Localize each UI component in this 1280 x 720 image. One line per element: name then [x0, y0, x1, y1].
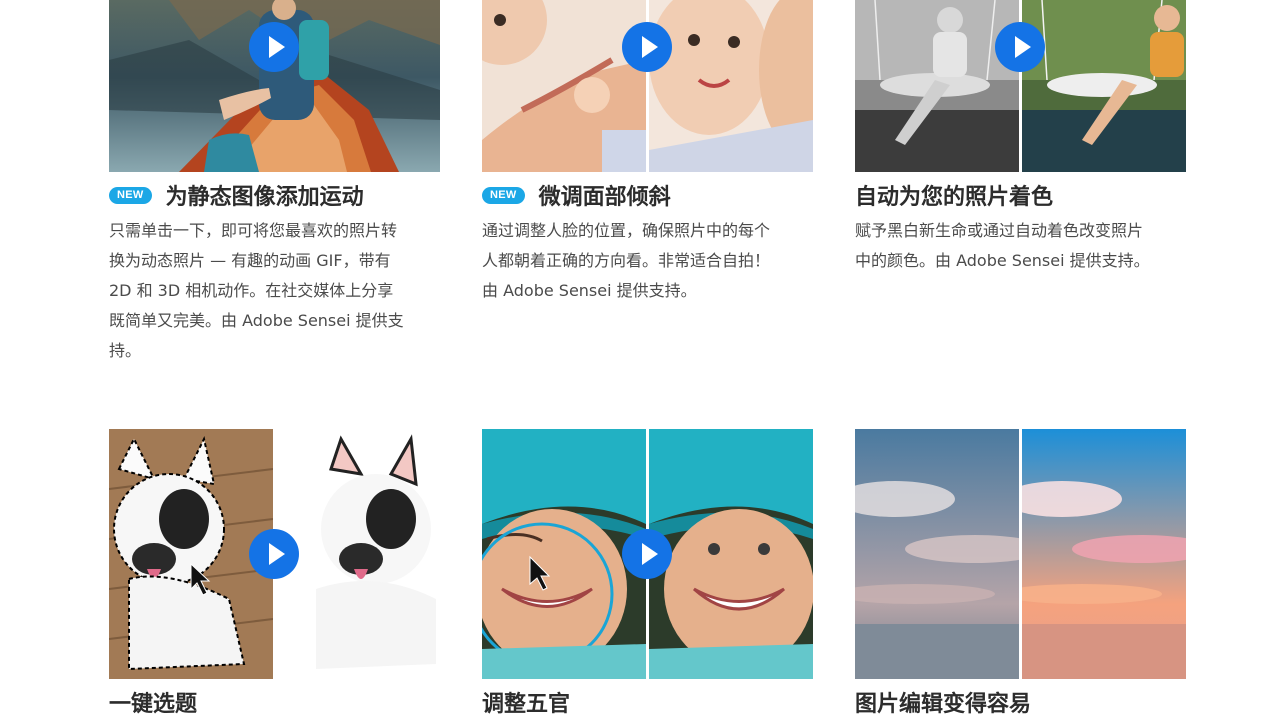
- play-button[interactable]: [249, 529, 299, 579]
- feature-title: 一键选题: [109, 691, 198, 717]
- play-button[interactable]: [622, 529, 672, 579]
- before-image: [482, 0, 646, 172]
- after-image: [1022, 0, 1186, 172]
- sky-before: [855, 429, 1019, 679]
- after-image: [276, 429, 440, 679]
- feature-description: 赋予黑白新生命或通过自动着色改变照片中的颜色。由 Adobe Sensei 提供…: [855, 221, 1150, 270]
- feature-image-bulldog[interactable]: [109, 429, 440, 679]
- feature-card-adjust-features: 调整五官: [482, 429, 813, 717]
- feature-image-baby-faces[interactable]: [482, 0, 813, 172]
- feature-image-lake-boat[interactable]: [109, 0, 440, 172]
- after-image: [649, 0, 813, 172]
- after-image: [1022, 429, 1186, 679]
- baby-face-before: [482, 0, 646, 172]
- before-image: [855, 429, 1019, 679]
- feature-title: 微调面部倾斜: [538, 184, 671, 210]
- play-button[interactable]: [622, 22, 672, 72]
- play-button[interactable]: [995, 22, 1045, 72]
- feature-card-face-tilt: NEW 微调面部倾斜 通过调整人脸的位置，确保照片中的每个人都朝着正确的方向看。…: [482, 0, 813, 306]
- feature-title: 图片编辑变得容易: [855, 691, 1032, 717]
- feature-card-add-motion: NEW 为静态图像添加运动 只需单击一下，即可将您最喜欢的照片转换为动态照片 —…: [109, 0, 440, 366]
- sky-after: [1022, 429, 1186, 679]
- bulldog-cutout: [276, 429, 440, 679]
- swing-woman-bw: [855, 0, 1019, 172]
- feature-image-sky-sunset[interactable]: [855, 429, 1186, 679]
- new-badge: NEW: [109, 186, 152, 204]
- baby-face-after: [649, 0, 813, 172]
- feature-card-select-subject: 一键选题: [109, 429, 440, 717]
- swing-woman-color: [1022, 0, 1186, 172]
- feature-card-easy-editing: 图片编辑变得容易: [855, 429, 1186, 717]
- feature-image-girl-hat[interactable]: [482, 429, 813, 679]
- feature-card-colorize: 自动为您的照片着色 赋予黑白新生命或通过自动着色改变照片中的颜色。由 Adobe…: [855, 0, 1186, 276]
- before-image: [855, 0, 1019, 172]
- feature-title: 自动为您的照片着色: [855, 184, 1054, 210]
- after-image: [649, 429, 813, 679]
- feature-description: 通过调整人脸的位置，确保照片中的每个人都朝着正确的方向看。非常适合自拍！由 Ad…: [482, 221, 771, 300]
- feature-image-swing-woman[interactable]: [855, 0, 1186, 172]
- feature-description: 只需单击一下，即可将您最喜欢的照片转换为动态照片 — 有趣的动画 GIF，带有 …: [109, 221, 404, 360]
- feature-title: 调整五官: [482, 691, 571, 717]
- play-button[interactable]: [249, 22, 299, 72]
- girl-hat-after: [649, 429, 813, 679]
- feature-title: 为静态图像添加运动: [165, 184, 364, 210]
- new-badge: NEW: [482, 186, 525, 204]
